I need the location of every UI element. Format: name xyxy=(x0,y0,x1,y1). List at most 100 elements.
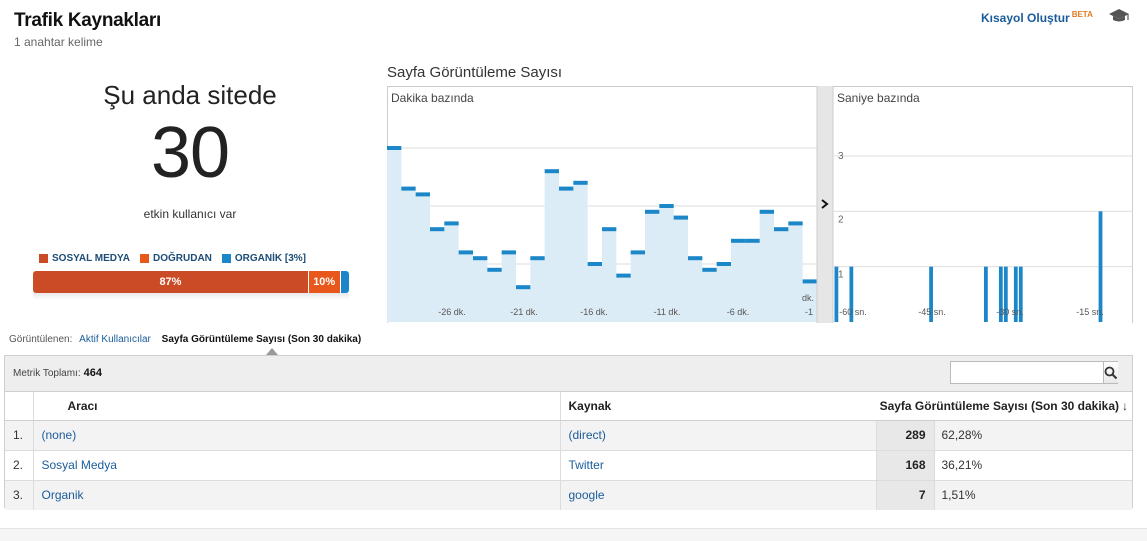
minute-value-mark xyxy=(630,250,645,255)
minute-x-tick-label: -11 dk. xyxy=(654,307,681,317)
legend-swatch xyxy=(140,254,149,263)
row-index-cell: 1. xyxy=(5,420,34,451)
minute-value-mark xyxy=(559,186,574,191)
row-index-cell: 2. xyxy=(5,450,34,481)
minute-value-mark xyxy=(587,262,602,266)
metric-percent: 62,28% xyxy=(941,428,983,442)
second-pane-label: Saniye bazında xyxy=(837,91,920,105)
minute-x-tick-label: -21 dk. xyxy=(510,307,538,317)
search-icon xyxy=(1104,366,1118,379)
medium-link[interactable]: (none) xyxy=(42,428,77,442)
table-row: 2. Sosyal Medya Twitter 168 36,21% xyxy=(5,450,1132,481)
traffic-legend: SOSYAL MEDYA DOĞRUDAN ORGANİK [3%] xyxy=(39,253,306,264)
minute-value-mark xyxy=(659,204,674,208)
source-link-cell: google xyxy=(560,480,876,510)
active-user-count: 30 xyxy=(150,113,230,193)
source-link[interactable]: google xyxy=(569,488,605,502)
minute-area xyxy=(387,148,817,322)
search-button[interactable] xyxy=(1103,362,1118,383)
view-selector: Görüntülenen: Aktif Kullanıcılar Sayfa G… xyxy=(9,334,361,345)
footer-strip xyxy=(0,528,1147,541)
medium-link[interactable]: Sosyal Medya xyxy=(42,458,117,472)
metric-total-label: Metrik Toplamı: xyxy=(13,368,81,379)
minute-x-tick-label: -26 dk. xyxy=(438,307,466,317)
legend-item: ORGANİK [3%] xyxy=(221,253,307,264)
legend-swatch xyxy=(221,254,231,263)
minute-value-mark xyxy=(702,267,717,272)
minute-x-tick-label: -6 dk. xyxy=(727,307,750,317)
legend-label: SOSYAL MEDYA xyxy=(52,253,130,264)
minute-value-mark xyxy=(401,186,416,191)
table-row: 3. Organik google 7 1,51% xyxy=(5,480,1132,510)
legend-label: ORGANİK [3%] xyxy=(234,253,307,264)
minute-value-mark xyxy=(387,146,402,150)
traffic-share-bar: 87% 10% xyxy=(33,271,349,293)
metric-header-label: Sayfa Görüntüleme Sayısı (Son 30 dakika) xyxy=(879,398,1119,413)
metric-value: 289 xyxy=(905,428,926,442)
medium-link-cell: Organik xyxy=(33,480,561,510)
metric-percent-cell: 1,51% xyxy=(933,480,1132,510)
minute-pane-label: Dakika bazında xyxy=(391,91,474,105)
metric-header[interactable]: Sayfa Görüntüleme Sayısı (Son 30 dakika)… xyxy=(876,392,1132,421)
minute-value-mark xyxy=(473,256,488,261)
second-x-tick-label: -45 sn. xyxy=(918,307,946,317)
chart-title: Sayfa Görüntüleme Sayısı xyxy=(387,64,563,81)
tab-active-users[interactable]: Aktif Kullanıcılar xyxy=(79,334,151,345)
sources-table-panel: Metrik Toplamı: 464 Aracı Kaynak Sayfa Gö… xyxy=(4,355,1133,510)
table-header-row: Aracı Kaynak Sayfa Görüntüleme Sayısı (S… xyxy=(5,392,1132,421)
minute-value-mark xyxy=(673,215,688,220)
create-shortcut-link[interactable]: Kısayol Oluştur BETA xyxy=(981,10,1093,25)
metric-total: Metrik Toplamı: 464 xyxy=(13,367,102,379)
graduation-cap-icon[interactable] xyxy=(1108,8,1130,24)
beta-badge: BETA xyxy=(1071,10,1093,19)
source-header[interactable]: Kaynak xyxy=(560,392,876,421)
minute-value-mark xyxy=(745,238,760,243)
share-bar-shadow xyxy=(33,293,349,300)
tab-pageviews[interactable]: Sayfa Görüntüleme Sayısı (Son 30 dakika) xyxy=(162,334,362,345)
second-bar xyxy=(1098,211,1103,322)
table-row: 1. (none) (direct) 289 62,28% xyxy=(5,420,1132,451)
metric-total-value: 464 xyxy=(83,367,102,379)
second-y-tick-label: 1 xyxy=(838,270,844,281)
minute-value-mark xyxy=(788,221,803,226)
minute-value-mark xyxy=(774,227,789,232)
minute-value-mark xyxy=(573,180,588,185)
second-bar xyxy=(984,266,988,322)
index-header xyxy=(5,392,34,421)
source-link[interactable]: Twitter xyxy=(569,458,604,472)
second-bar xyxy=(834,266,839,322)
second-x-tick-label: -30 sn. xyxy=(996,307,1024,317)
second-x-tick-label: -60 sn. xyxy=(839,307,867,317)
sources-table: Aracı Kaynak Sayfa Görüntüleme Sayısı (S… xyxy=(5,392,1132,510)
share-segment: 10% xyxy=(307,271,340,293)
minute-value-mark xyxy=(716,262,731,266)
minute-value-mark xyxy=(688,256,703,261)
source-link[interactable]: (direct) xyxy=(569,428,606,442)
minute-value-mark xyxy=(430,227,445,232)
minute-x-tick-label: -1 xyxy=(805,307,813,317)
source-link-cell: (direct) xyxy=(560,420,876,451)
sort-down-icon: ↓ xyxy=(1122,398,1128,413)
minute-value-mark xyxy=(645,209,660,214)
legend-label: DOĞRUDAN xyxy=(153,253,212,264)
minute-value-mark xyxy=(458,250,473,255)
row-index-cell: 3. xyxy=(5,480,34,510)
active-tab-pointer xyxy=(266,348,278,355)
metric-percent-cell: 62,28% xyxy=(933,420,1132,451)
medium-link-cell: Sosyal Medya xyxy=(33,450,561,481)
table-search-input[interactable] xyxy=(951,362,1103,383)
minute-value-mark xyxy=(731,238,746,243)
medium-header[interactable]: Aracı xyxy=(33,392,561,421)
medium-link[interactable]: Organik xyxy=(42,488,84,502)
row-index: 1. xyxy=(13,428,24,442)
metric-percent: 36,21% xyxy=(941,458,983,472)
minute-value-mark xyxy=(487,267,502,272)
second-y-tick-label: 3 xyxy=(838,151,844,162)
second-y-tick-label: 2 xyxy=(838,214,844,225)
page-subtitle: 1 anahtar kelime xyxy=(14,35,103,49)
metric-percent-cell: 36,21% xyxy=(933,450,1132,481)
second-x-tick-label: -15 sn. xyxy=(1076,307,1104,317)
source-link-cell: Twitter xyxy=(560,450,876,481)
minute-value-mark xyxy=(415,192,430,197)
share-segment: 87% xyxy=(33,271,308,293)
